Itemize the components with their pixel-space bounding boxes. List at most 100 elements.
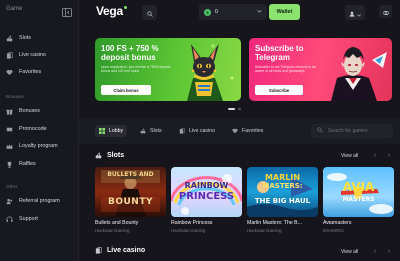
sidebar-item-label: Raffles <box>19 161 36 167</box>
cherry-icon <box>140 128 146 134</box>
game-card[interactable]: RAINBOW PRINCESS Rainbow Princess Hacksa… <box>171 167 242 233</box>
sidebar-item-live-casino[interactable]: Live casino <box>0 48 79 62</box>
carousel-dot[interactable] <box>238 108 241 110</box>
slots-view-all-link[interactable]: View all <box>341 153 358 159</box>
game-thumbnail[interactable]: BULLETS AND BOUNTY <box>95 167 166 217</box>
sidebar-menu-label: Game <box>6 6 23 12</box>
notifications-icon <box>382 3 389 21</box>
section-title-text: Slots <box>107 152 125 159</box>
sidebar-item-label: Slots <box>19 35 31 41</box>
game-art-title-bottom: MASTERS <box>342 196 375 203</box>
game-art-title-bottom: PRINCESS <box>178 191 235 202</box>
section-title-text: Live casino <box>107 247 146 254</box>
category-bar: Lobby Slots Live casino Favorites Search… <box>79 118 400 144</box>
promo-banner-telegram[interactable]: Subscribe to Telegram Subscribe to our T… <box>249 38 392 101</box>
live-prev-arrow-icon[interactable]: ‹ <box>371 248 379 256</box>
sidebar-item-label: Promocode <box>19 126 47 132</box>
search-placeholder: Search for games <box>328 128 368 134</box>
live-next-arrow-icon[interactable]: › <box>385 248 393 256</box>
game-thumbnail[interactable]: MARLIN MASTERS: THE BIG HAUL <box>247 167 318 217</box>
users-icon <box>5 197 13 205</box>
cards-icon <box>5 51 13 59</box>
user-icon <box>349 4 355 22</box>
sidebar-item-label: Favorites <box>19 69 42 75</box>
carousel-dot[interactable] <box>228 108 235 110</box>
slots-section-title: Slots <box>95 152 124 159</box>
game-art-title-top: BULLETS AND <box>107 171 154 178</box>
wallet-button[interactable]: Wallet <box>269 4 300 20</box>
tab-label: Slots <box>150 128 162 134</box>
game-art-title-bottom: THE BIG HAUL <box>254 197 311 205</box>
slots-next-arrow-icon[interactable]: › <box>385 152 393 160</box>
sidebar-item-favorites[interactable]: Favorites <box>0 65 79 79</box>
game-name: Bullets and Bounty <box>95 220 139 226</box>
sidebar-item-bonuses[interactable]: Bonuses <box>0 104 79 118</box>
search-icon <box>317 127 328 135</box>
game-provider: Hacksaw Gaming <box>95 228 130 233</box>
live-view-all-link[interactable]: View all <box>341 249 358 255</box>
game-name: Rainbow Princess <box>171 220 213 226</box>
live-casino-section-title: Live casino <box>95 247 145 254</box>
game-search-input[interactable]: Search for games <box>311 124 393 138</box>
game-card[interactable]: BULLETS AND BOUNTY Bullets and Bounty Ha… <box>95 167 166 233</box>
tab-label: Lobby <box>109 128 124 134</box>
ticket-icon <box>5 125 13 133</box>
sidebar-item-label: Referral program <box>19 198 60 204</box>
slots-prev-arrow-icon[interactable]: ‹ <box>371 152 379 160</box>
tab-slots[interactable]: Slots <box>136 125 166 137</box>
notifications-button[interactable] <box>379 5 392 18</box>
game-name: Marlin Masters: The B... <box>247 220 302 226</box>
game-art-title-bottom: BOUNTY <box>107 197 153 207</box>
cards-icon <box>95 247 102 254</box>
header-search-button[interactable] <box>142 5 157 20</box>
game-thumbnail[interactable]: RAINBOW PRINCESS <box>171 167 242 217</box>
tab-lobby[interactable]: Lobby <box>95 125 128 137</box>
logo-dot-icon <box>123 6 127 9</box>
balance-amount: 0 <box>215 9 218 15</box>
sidebar-item-label: Support <box>19 216 38 222</box>
game-provider: Hacksaw Gaming <box>171 228 206 233</box>
search-icon <box>146 4 153 22</box>
chevron-down-icon <box>257 9 262 15</box>
game-art-title-top: MARLIN <box>264 173 301 182</box>
sidebar-item-label: Bonuses <box>19 108 40 114</box>
app-root: Game Slots Live casino Favorites Bonuses… <box>0 0 400 261</box>
game-art-title-mid: MASTERS: <box>262 182 303 190</box>
cherry-icon <box>5 34 13 42</box>
sidebar-item-loyalty-program[interactable]: Loyalty program <box>0 139 79 153</box>
sidebar-item-support[interactable]: Support <box>0 212 79 226</box>
game-card[interactable]: MARLIN MASTERS: THE BIG HAUL Marlin Mast… <box>247 167 318 233</box>
user-menu-button[interactable] <box>345 5 365 20</box>
subscribe-button[interactable]: Subscribe <box>255 85 303 95</box>
game-name: Aviamasters <box>323 220 352 226</box>
heart-icon <box>232 128 238 134</box>
tab-favorites[interactable]: Favorites <box>228 125 267 137</box>
cards-icon <box>179 128 185 134</box>
banner-title: Subscribe to Telegram <box>255 44 304 62</box>
game-thumbnail[interactable]: AVIA MASTERS <box>323 167 394 217</box>
sidebar-section-other: Other <box>6 184 18 189</box>
sidebar-item-referral-program[interactable]: Referral program <box>0 194 79 208</box>
banner-subtitle: Subscribe to our Telegram channel to be … <box>255 65 316 74</box>
tab-label: Live casino <box>189 128 215 134</box>
sidebar-item-slots[interactable]: Slots <box>0 31 79 45</box>
sidebar-item-promocode[interactable]: Promocode <box>0 122 79 136</box>
logo-text: Vega <box>96 4 123 18</box>
collapse-sidebar-icon[interactable] <box>62 4 72 17</box>
heart-icon <box>5 68 13 76</box>
claim-bonus-button[interactable]: Claim bonus <box>101 85 151 95</box>
carousel-pagination[interactable] <box>228 108 241 110</box>
sidebar-section-bonuses: Bonuses <box>6 94 24 99</box>
balance-selector[interactable]: $ 0 <box>199 4 267 20</box>
game-art-title-top: AVIA <box>342 180 375 194</box>
game-card[interactable]: AVIA MASTERS Aviamasters BGAMING <box>323 167 394 233</box>
vega-logo[interactable]: Vega <box>96 4 127 18</box>
trophy-icon <box>5 160 13 168</box>
banner-subtitle: Upon registration, you receive a 750% de… <box>101 65 171 74</box>
promo-banner-deposit-bonus[interactable]: 100 FS + 750 % deposit bonus Upon regist… <box>95 38 241 101</box>
top-header: Vega $ 0 Wallet <box>79 0 400 26</box>
sidebar-item-label: Live casino <box>19 52 46 58</box>
tab-live-casino[interactable]: Live casino <box>175 125 219 137</box>
game-provider: Hacksaw Gaming <box>247 228 282 233</box>
sidebar-item-raffles[interactable]: Raffles <box>0 157 79 171</box>
